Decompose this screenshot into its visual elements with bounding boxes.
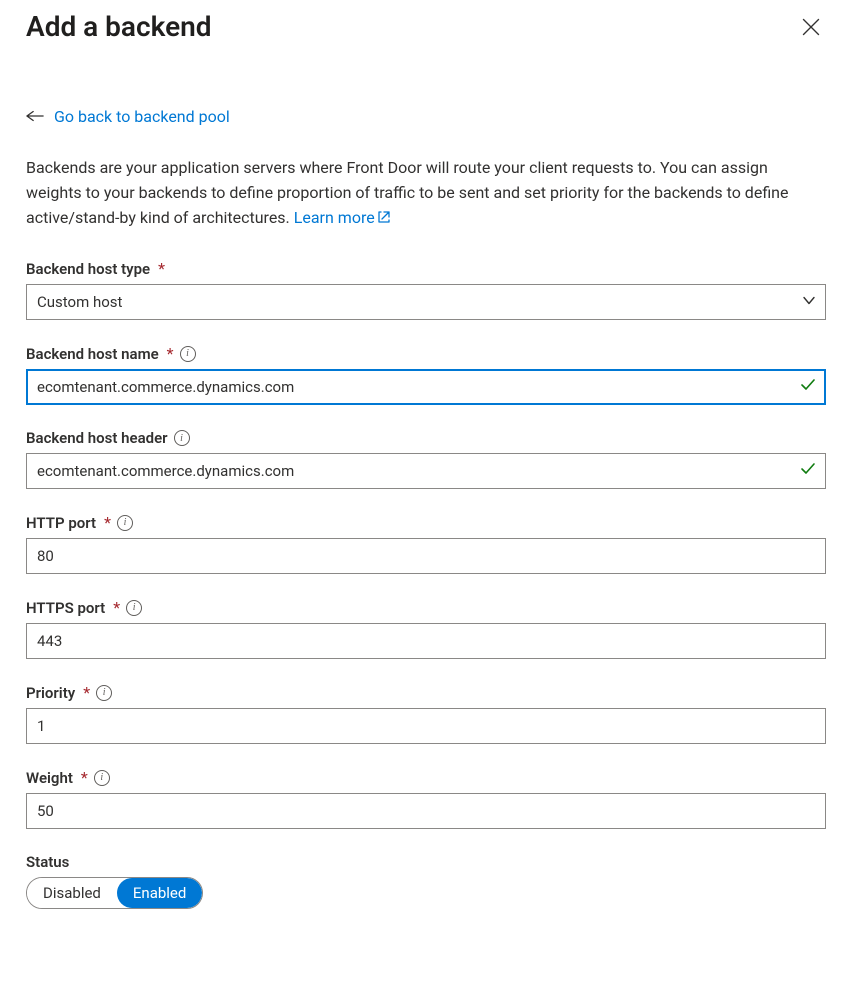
info-icon[interactable]: i <box>96 685 112 701</box>
priority-input[interactable] <box>26 708 826 744</box>
back-link[interactable]: Go back to backend pool <box>54 107 230 126</box>
info-icon[interactable]: i <box>94 770 110 786</box>
host-header-label: Backend host header <box>26 429 168 447</box>
add-backend-panel: Add a backend Go back to backend pool Ba… <box>0 0 852 963</box>
weight-input[interactable] <box>26 793 826 829</box>
required-indicator: * <box>167 344 174 363</box>
required-indicator: * <box>158 259 165 278</box>
status-disabled-option[interactable]: Disabled <box>27 878 117 908</box>
weight-label: Weight <box>26 769 73 787</box>
external-link-icon <box>377 207 391 232</box>
learn-more-link[interactable]: Learn more <box>294 208 391 227</box>
host-header-input[interactable] <box>26 453 826 489</box>
required-indicator: * <box>83 683 90 702</box>
info-icon[interactable]: i <box>174 430 190 446</box>
status-toggle[interactable]: Disabled Enabled <box>26 877 203 909</box>
required-indicator: * <box>104 513 111 532</box>
page-title: Add a backend <box>26 10 212 43</box>
info-icon[interactable]: i <box>117 515 133 531</box>
status-enabled-option[interactable]: Enabled <box>117 878 202 908</box>
status-label: Status <box>26 853 69 871</box>
host-name-label: Backend host name <box>26 345 159 363</box>
required-indicator: * <box>113 598 120 617</box>
https-port-label: HTTPS port <box>26 599 105 617</box>
http-port-input[interactable] <box>26 538 826 574</box>
description-text: Backends are your application servers wh… <box>26 156 826 231</box>
arrow-left-icon <box>26 107 44 126</box>
http-port-label: HTTP port <box>26 514 96 532</box>
close-icon <box>802 24 820 39</box>
host-type-select[interactable]: Custom host <box>26 284 826 320</box>
host-name-input[interactable] <box>26 369 826 405</box>
priority-label: Priority <box>26 684 75 702</box>
info-icon[interactable]: i <box>126 600 142 616</box>
required-indicator: * <box>81 768 88 787</box>
close-button[interactable] <box>796 12 826 42</box>
host-type-label: Backend host type <box>26 260 150 278</box>
info-icon[interactable]: i <box>180 346 196 362</box>
https-port-input[interactable] <box>26 623 826 659</box>
